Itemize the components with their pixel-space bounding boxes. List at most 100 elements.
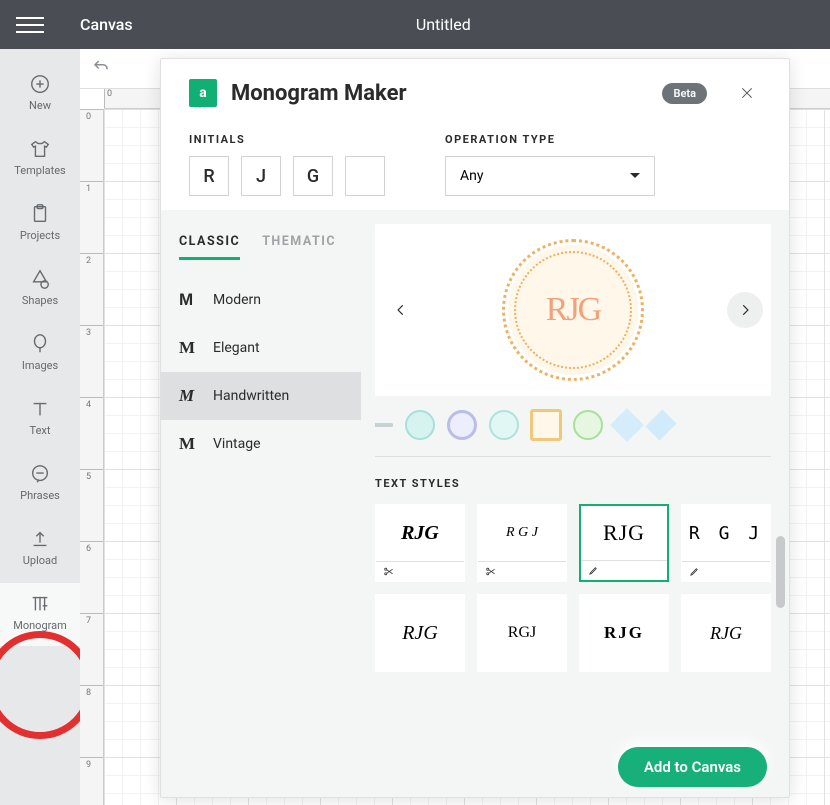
text-style-sample: RJG	[376, 595, 464, 671]
left-sidebar: New Templates Projects Shapes Images Tex…	[0, 49, 80, 805]
initial-input-3[interactable]: G	[293, 156, 333, 196]
style-glyph: M	[179, 386, 201, 406]
sidebar-label: Phrases	[20, 489, 60, 502]
sidebar-label: Images	[22, 359, 58, 372]
style-elegant[interactable]: M Elegant	[161, 324, 361, 372]
sidebar-item-monogram[interactable]: Monogram	[0, 583, 80, 646]
color-swatch[interactable]	[405, 410, 435, 440]
text-style-sample: R G J	[478, 505, 566, 561]
chevron-right-icon	[738, 300, 752, 320]
beta-badge: Beta	[662, 83, 707, 104]
initials-label: INITIALS	[189, 133, 385, 146]
style-label: Vintage	[213, 436, 261, 452]
text-style-card[interactable]: R G J	[477, 504, 567, 582]
style-label: Elegant	[213, 340, 260, 356]
tab-thematic[interactable]: THEMATIC	[262, 234, 336, 260]
sidebar-item-templates[interactable]: Templates	[0, 128, 80, 191]
add-to-canvas-button[interactable]: Add to Canvas	[618, 747, 767, 787]
color-swatch-selected[interactable]	[531, 410, 561, 440]
sidebar-item-new[interactable]: New	[0, 63, 80, 126]
color-swatch[interactable]	[447, 410, 477, 440]
initial-input-4[interactable]	[345, 156, 385, 196]
sidebar-label: Upload	[23, 554, 57, 567]
sidebar-item-text[interactable]: Text	[0, 388, 80, 451]
color-swatch[interactable]	[645, 409, 676, 440]
color-swatch[interactable]	[610, 408, 644, 442]
initial-input-1[interactable]: R	[189, 156, 229, 196]
shapes-icon	[29, 268, 51, 290]
operation-type-label: OPERATION TYPE	[445, 133, 655, 146]
color-swatch-row	[375, 396, 771, 457]
balloon-icon	[29, 333, 51, 355]
style-glyph: M	[179, 434, 201, 454]
sidebar-item-projects[interactable]: Projects	[0, 193, 80, 256]
sidebar-item-images[interactable]: Images	[0, 323, 80, 386]
panel-title: Monogram Maker	[231, 81, 648, 106]
text-style-sample: RJG	[682, 595, 770, 671]
upload-icon	[29, 528, 51, 550]
style-label: Handwritten	[213, 388, 289, 404]
shirt-icon	[29, 138, 51, 160]
preview-card: RJG	[375, 224, 771, 396]
color-swatch[interactable]	[375, 423, 393, 427]
panel-logo-icon: a	[189, 79, 217, 107]
text-style-card[interactable]: RJG	[579, 594, 669, 672]
text-style-sample: R G J	[682, 505, 770, 561]
text-style-card[interactable]: RJG	[375, 504, 465, 582]
initial-input-2[interactable]: J	[241, 156, 281, 196]
ruler-vertical: 0123456789	[80, 109, 104, 805]
sidebar-label: Projects	[20, 229, 60, 242]
pen-icon	[581, 560, 667, 580]
sidebar-item-upload[interactable]: Upload	[0, 518, 80, 581]
style-glyph: M	[179, 290, 201, 310]
close-icon	[739, 85, 755, 101]
style-handwritten[interactable]: M Handwritten	[161, 372, 361, 420]
operation-type-select[interactable]: Any	[445, 156, 655, 196]
color-swatch[interactable]	[489, 410, 519, 440]
undo-button[interactable]	[92, 58, 110, 80]
sidebar-label: Shapes	[22, 294, 58, 307]
chevron-down-icon	[630, 173, 640, 183]
text-styles-label: TEXT STYLES	[375, 457, 771, 504]
plus-circle-icon	[29, 73, 51, 95]
monogram-preview: RJG	[508, 245, 638, 375]
sidebar-label: New	[29, 99, 51, 112]
monogram-icon	[29, 593, 51, 615]
top-bar: Canvas Untitled	[0, 0, 830, 49]
sidebar-item-phrases[interactable]: Phrases	[0, 453, 80, 516]
style-label: Modern	[213, 292, 261, 308]
operation-value: Any	[460, 168, 484, 184]
style-vintage[interactable]: M Vintage	[161, 420, 361, 468]
prev-button[interactable]	[383, 292, 419, 328]
initials-row: R J G	[189, 156, 385, 196]
next-button[interactable]	[727, 292, 763, 328]
text-styles-grid: RJGR G JRJGR G JRJGRGJRJGRJG	[375, 504, 771, 682]
text-style-sample: RJG	[376, 505, 464, 561]
text-style-sample: RJG	[580, 595, 668, 671]
text-style-sample: RGJ	[478, 595, 566, 671]
scissors-icon	[376, 561, 464, 581]
text-style-card[interactable]: RGJ	[477, 594, 567, 672]
text-style-card[interactable]: R G J	[681, 504, 771, 582]
text-style-card[interactable]: RJG	[579, 504, 669, 582]
text-style-card[interactable]: RJG	[375, 594, 465, 672]
sidebar-label: Templates	[14, 164, 65, 177]
sidebar-label: Monogram	[13, 619, 67, 632]
sidebar-label: Text	[30, 424, 51, 437]
document-title[interactable]: Untitled	[416, 15, 471, 34]
scrollbar-thumb[interactable]	[776, 536, 785, 608]
clipboard-icon	[29, 203, 51, 225]
tab-classic[interactable]: CLASSIC	[179, 234, 240, 260]
pen-icon	[682, 561, 770, 581]
style-modern[interactable]: M Modern	[161, 276, 361, 324]
sidebar-item-shapes[interactable]: Shapes	[0, 258, 80, 321]
chevron-left-icon	[394, 300, 408, 320]
color-swatch[interactable]	[573, 410, 603, 440]
text-style-card[interactable]: RJG	[681, 594, 771, 672]
text-icon	[29, 398, 51, 420]
menu-icon[interactable]	[16, 17, 44, 33]
close-button[interactable]	[733, 79, 761, 107]
chat-icon	[29, 463, 51, 485]
app-name: Canvas	[80, 15, 133, 34]
monogram-panel: a Monogram Maker Beta INITIALS R J G OPE…	[160, 58, 790, 798]
